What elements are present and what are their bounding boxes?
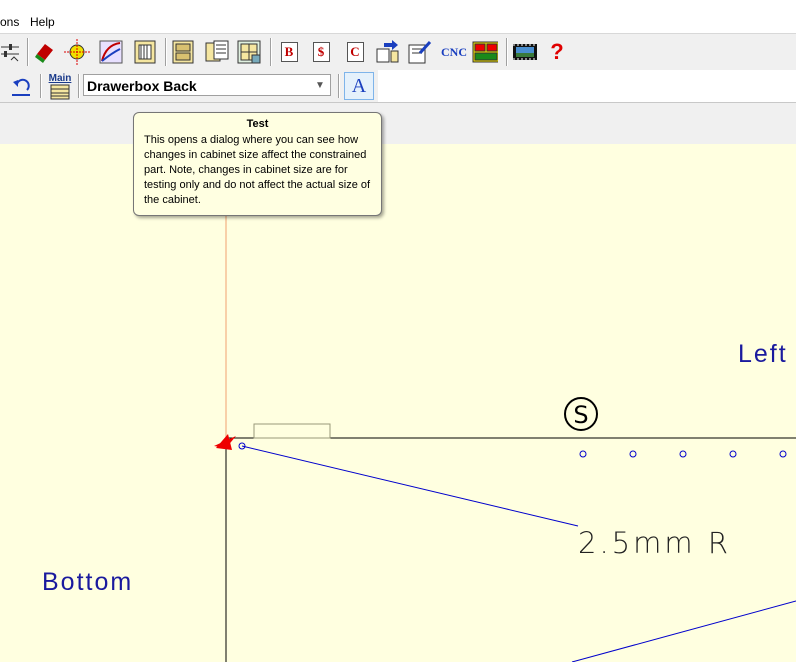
curve-tool-icon[interactable] xyxy=(98,38,124,66)
toolbar-separator xyxy=(270,38,271,66)
drawing-canvas[interactable]: S Left Bottom xyxy=(0,144,796,662)
cutlist-report-button[interactable]: C xyxy=(342,38,368,66)
part-selector-value: Drawerbox Back xyxy=(87,78,197,94)
s-marker: S xyxy=(573,401,588,429)
help-button[interactable]: ? xyxy=(544,38,570,66)
cabinet-icon[interactable] xyxy=(170,38,196,66)
b-report-icon: B xyxy=(280,42,298,62)
undo-icon[interactable] xyxy=(8,72,34,100)
toolbar-separator xyxy=(506,38,507,66)
toolbar-separator xyxy=(27,38,28,66)
sliders-icon[interactable] xyxy=(0,38,22,66)
cabinet-frame-icon[interactable] xyxy=(132,38,158,66)
edit-report-icon[interactable] xyxy=(406,38,432,66)
bid-report-button[interactable]: B xyxy=(276,38,302,66)
dollar-report-icon: $ xyxy=(312,42,330,62)
main-toolbar: B $ C CNC ? xyxy=(0,33,796,70)
radius-dimension-label: 2.5mm R xyxy=(578,526,731,560)
dimension-line xyxy=(571,600,796,662)
chevron-down-icon[interactable]: ▼ xyxy=(312,77,328,93)
toolbar-blank xyxy=(378,70,796,102)
cabinet-list-icon[interactable] xyxy=(204,38,230,66)
menu-options[interactable]: ons xyxy=(0,15,19,29)
menu-help[interactable]: Help xyxy=(30,15,55,29)
bottom-side-label: Bottom xyxy=(42,568,134,596)
test-button[interactable]: A xyxy=(344,72,374,100)
cnc-label: CNC xyxy=(441,44,467,59)
test-icon: A xyxy=(351,74,367,97)
film-icon[interactable] xyxy=(512,38,538,66)
question-mark-icon: ? xyxy=(550,39,564,64)
cost-report-button[interactable]: $ xyxy=(308,38,334,66)
hole-point[interactable] xyxy=(579,450,587,458)
main-label: Main xyxy=(48,72,72,84)
toolbar-separator xyxy=(165,38,166,66)
cnc-button[interactable]: CNC xyxy=(438,38,470,66)
toolbar-separator xyxy=(40,74,41,98)
main-cabinet-icon xyxy=(50,84,70,99)
hole-point[interactable] xyxy=(779,450,787,458)
hole-point[interactable] xyxy=(729,450,737,458)
menu-bar: ons Help xyxy=(0,0,796,33)
cabinet-grid-icon[interactable] xyxy=(236,38,262,66)
c-report-icon: C xyxy=(346,42,364,62)
ruler-band xyxy=(0,102,796,145)
edge-band-icon[interactable] xyxy=(32,38,58,66)
hole-point[interactable] xyxy=(679,450,687,458)
crosshair-icon[interactable] xyxy=(64,38,90,66)
tooltip-title: Test xyxy=(246,118,269,130)
notch-outline xyxy=(253,423,331,439)
toolbar-separator xyxy=(78,74,79,98)
layout-icon[interactable] xyxy=(472,38,498,66)
export-icon[interactable] xyxy=(374,38,400,66)
test-tooltip: Test This opens a dialog where you can s… xyxy=(133,112,382,216)
hole-point[interactable] xyxy=(629,450,637,458)
tooltip-body: This opens a dialog where you can see ho… xyxy=(144,134,371,206)
main-cabinet-button[interactable]: Main xyxy=(45,71,75,101)
toolbar-separator xyxy=(338,74,339,98)
part-selector[interactable]: Drawerbox Back ▼ xyxy=(83,74,331,96)
dimension-leader xyxy=(241,445,579,527)
left-side-label: Left xyxy=(738,340,788,368)
